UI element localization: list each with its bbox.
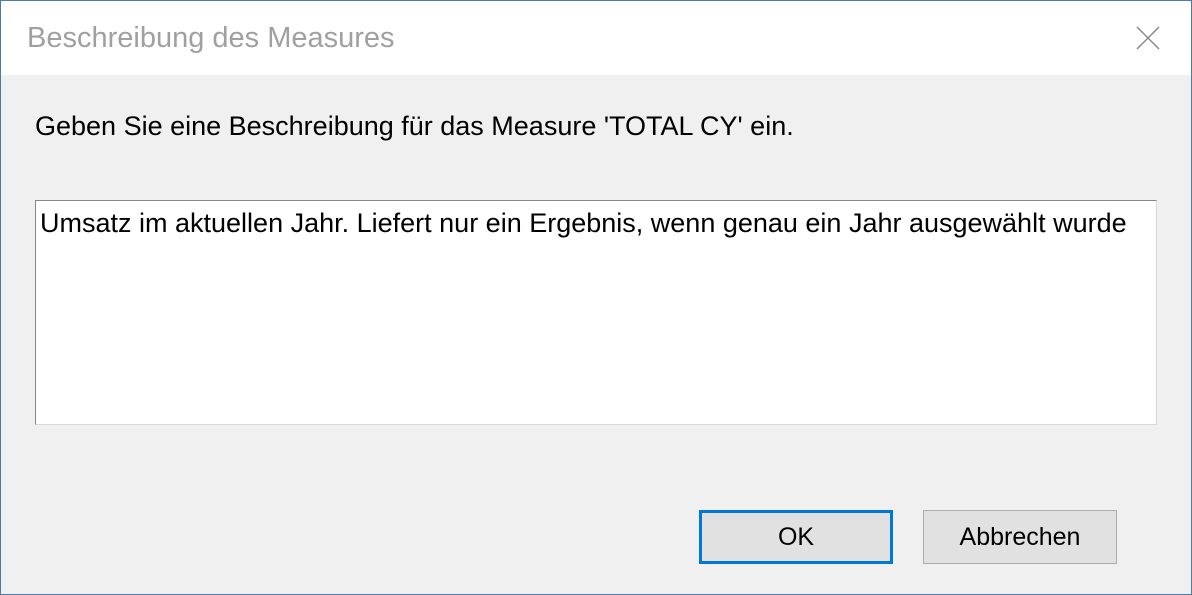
- measure-description-dialog: Beschreibung des Measures Geben Sie eine…: [0, 0, 1192, 595]
- titlebar: Beschreibung des Measures: [1, 1, 1191, 75]
- button-row: OK Abbrechen: [35, 478, 1157, 594]
- prompt-text: Geben Sie eine Beschreibung für das Meas…: [35, 109, 1157, 144]
- dialog-content: Geben Sie eine Beschreibung für das Meas…: [1, 75, 1191, 594]
- close-button[interactable]: [1125, 15, 1171, 61]
- ok-button[interactable]: OK: [699, 510, 893, 564]
- close-icon: [1135, 25, 1161, 51]
- dialog-title: Beschreibung des Measures: [27, 22, 395, 55]
- description-textarea[interactable]: [36, 201, 1156, 419]
- description-field-wrap: [35, 200, 1157, 425]
- cancel-button[interactable]: Abbrechen: [923, 510, 1117, 564]
